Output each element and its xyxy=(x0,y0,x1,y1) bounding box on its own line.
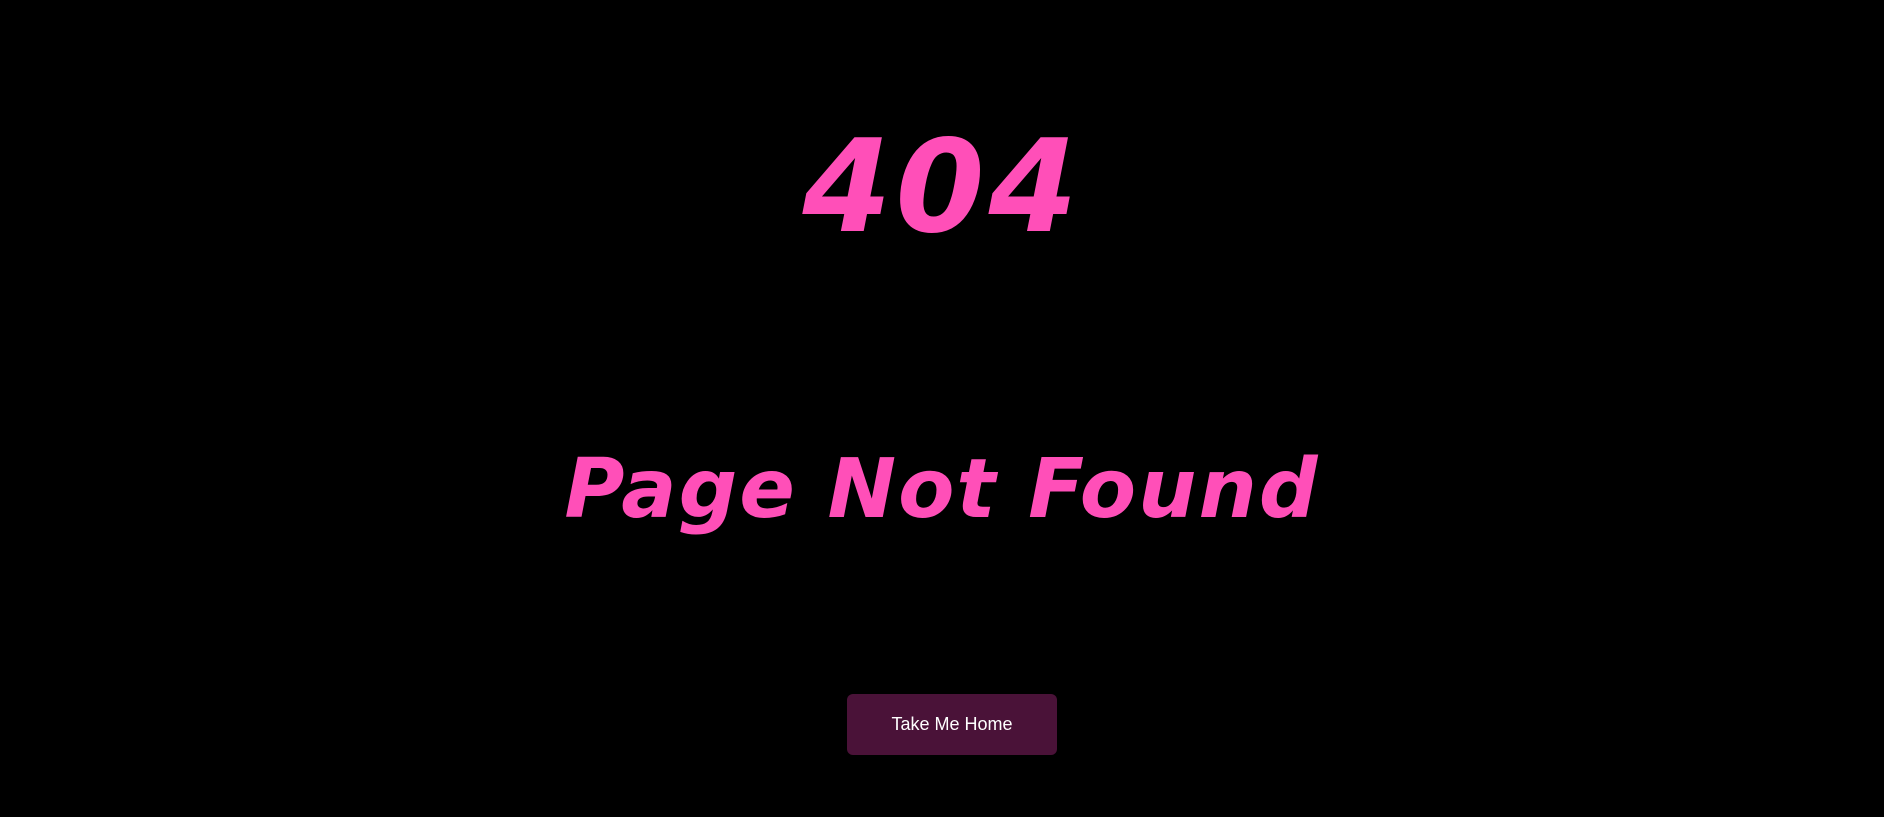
error-message: Page Not Found xyxy=(564,442,1320,537)
error-code: 404 xyxy=(802,113,1082,262)
take-me-home-button[interactable]: Take Me Home xyxy=(847,694,1057,755)
error-page: 404 Page Not Found Take Me Home xyxy=(0,0,1884,817)
